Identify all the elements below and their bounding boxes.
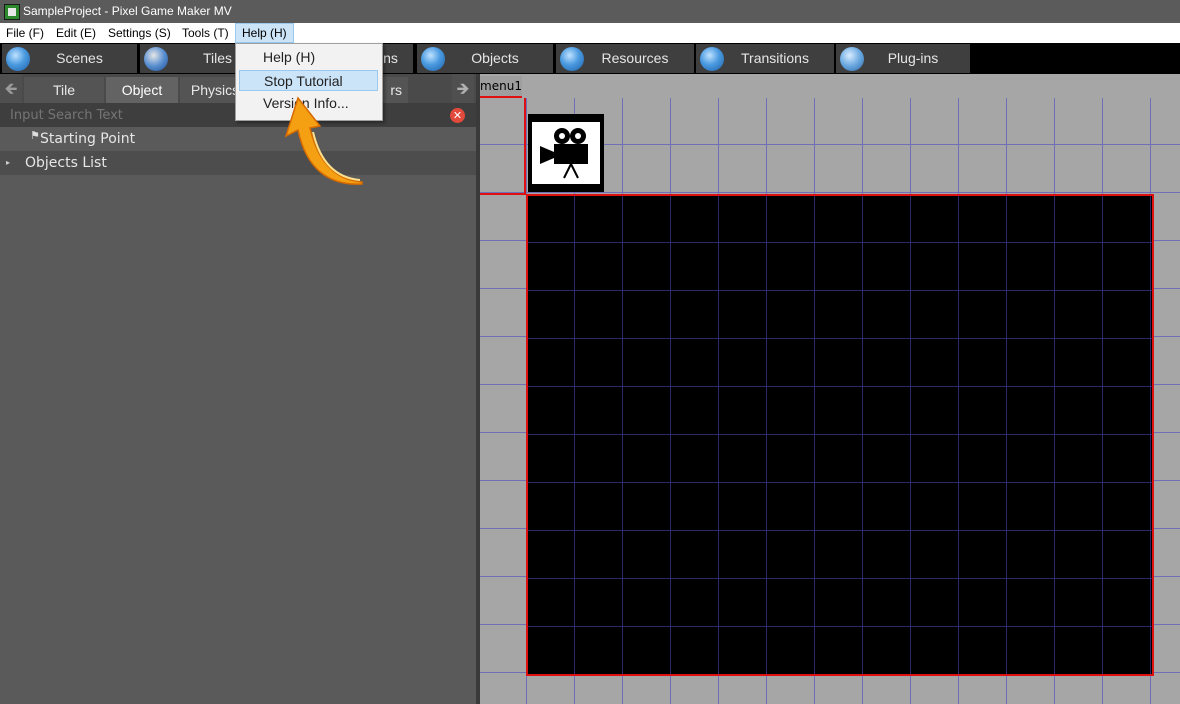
transitions-label: Transitions (741, 50, 809, 66)
menu-help[interactable]: Help (H) (235, 23, 294, 43)
starting-point-label: Starting Point (40, 131, 136, 147)
resources-button[interactable]: Resources (556, 44, 694, 73)
plugins-label: Plug-ins (887, 50, 939, 66)
camera-object-icon[interactable] (528, 114, 604, 192)
menu-file[interactable]: File (F) (0, 23, 50, 43)
scene-tab[interactable]: menu1 (480, 76, 522, 98)
resources-label: Resources (601, 50, 669, 66)
camera-boundary-line (524, 98, 526, 194)
app-icon (4, 4, 20, 20)
menu-item-stop-tutorial[interactable]: Stop Tutorial (239, 70, 378, 91)
title-bar: SampleProject - Pixel Game Maker MV (0, 0, 1180, 23)
movie-camera-icon (540, 128, 588, 179)
menu-item-help[interactable]: Help (H) (239, 47, 378, 68)
camera-boundary-line-horizontal (480, 193, 526, 195)
scene-play-area[interactable] (526, 194, 1154, 676)
transitions-button[interactable]: Transitions (696, 44, 834, 73)
tab-tile[interactable]: Tile (24, 77, 104, 103)
tab-object[interactable]: Object (106, 77, 178, 103)
menu-settings[interactable]: Settings (S) (102, 23, 177, 43)
tab-scroll-left-icon[interactable]: 🡸 (0, 74, 22, 103)
scenes-label: Scenes (56, 50, 103, 66)
menu-edit[interactable]: Edit (E) (50, 23, 102, 43)
expand-arrow-icon[interactable]: ▸ (6, 151, 10, 175)
tab-scroll-right-icon[interactable]: 🡺 (452, 74, 474, 103)
clear-search-icon[interactable]: ✕ (450, 108, 465, 123)
menu-bar: File (F) Edit (E) Settings (S) Tools (T)… (0, 23, 1180, 43)
objects-list-label: Objects List (25, 155, 107, 171)
tree-item-starting-point[interactable]: ⚑ Starting Point (0, 127, 476, 151)
scenes-button[interactable]: Scenes (2, 44, 137, 73)
main-toolbar: Scenes Tiles ns Objects Resources Transi… (0, 43, 1180, 74)
search-input[interactable] (4, 105, 456, 125)
tutorial-pointer-arrow-icon (284, 96, 363, 185)
starting-point-icon: ⚑ (30, 129, 40, 142)
plugins-button[interactable]: Plug-ins (836, 44, 970, 73)
window-title: SampleProject - Pixel Game Maker MV (23, 4, 232, 18)
tree-item-objects-list[interactable]: ▸ Objects List (0, 151, 476, 175)
menu-tools[interactable]: Tools (T) (176, 23, 235, 43)
objects-button[interactable]: Objects (417, 44, 553, 73)
objects-label: Objects (471, 50, 519, 66)
